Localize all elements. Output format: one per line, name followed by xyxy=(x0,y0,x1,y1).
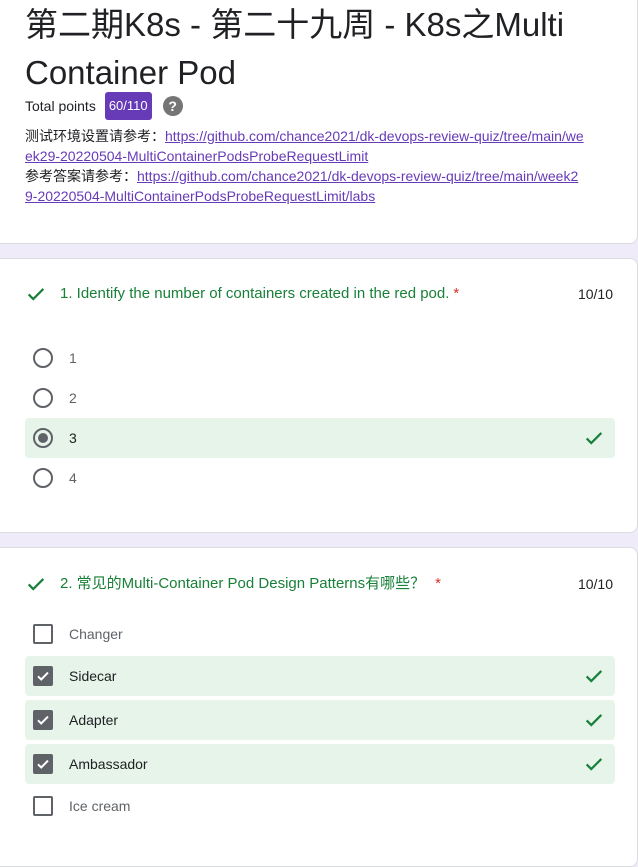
check-icon xyxy=(27,578,45,591)
radio-button[interactable] xyxy=(33,348,53,368)
checkbox-option-adapter[interactable]: Adapter xyxy=(25,700,615,740)
total-points-label: Total points xyxy=(25,98,96,114)
radio-button-selected[interactable] xyxy=(33,428,53,448)
total-points-row: Total points 60/110 ? xyxy=(25,91,183,121)
question-1-title: 1. Identify the number of containers cre… xyxy=(60,285,460,302)
option-label: Changer xyxy=(69,626,123,642)
check-icon xyxy=(585,758,603,771)
option-label: 3 xyxy=(69,430,77,446)
checkbox-option-sidecar[interactable]: Sidecar xyxy=(25,656,615,696)
check-icon xyxy=(27,288,45,301)
form-description: 测试环境设置请参考：https://github.com/chance2021/… xyxy=(25,126,585,206)
checkbox[interactable] xyxy=(33,796,53,816)
form-title: 第二期K8s - 第二十九周 - K8s之Multi Container Pod xyxy=(25,6,565,91)
option-label: 1 xyxy=(69,350,77,366)
check-icon xyxy=(585,670,603,683)
desc-answer-label: 参考答案请参考： xyxy=(25,168,137,184)
question-1-score: 10/10 xyxy=(577,286,613,302)
score-badge: 60/110 xyxy=(104,92,152,120)
checkbox-checked[interactable] xyxy=(33,754,53,774)
form-header-card: 第二期K8s - 第二十九周 - K8s之Multi Container Pod… xyxy=(0,0,638,244)
checkbox-option-changer[interactable]: Changer xyxy=(25,614,615,654)
question-2-card: 2. 常见的Multi-Container Pod Design Pattern… xyxy=(0,547,638,867)
option-label: 2 xyxy=(69,390,77,406)
check-icon xyxy=(585,432,603,445)
question-2-header: 2. 常见的Multi-Container Pod Design Pattern… xyxy=(25,573,613,595)
radio-option-1[interactable]: 1 xyxy=(25,338,615,378)
checkbox-option-ambassador[interactable]: Ambassador xyxy=(25,744,615,784)
option-label: Sidecar xyxy=(69,668,117,684)
check-icon xyxy=(585,714,603,727)
desc-env-label: 测试环境设置请参考： xyxy=(25,128,165,144)
radio-button[interactable] xyxy=(33,468,53,488)
question-2-title: 2. 常见的Multi-Container Pod Design Pattern… xyxy=(60,575,441,592)
checkbox-checked[interactable] xyxy=(33,710,53,730)
question-2-score: 10/10 xyxy=(577,576,613,592)
checkbox-checked[interactable] xyxy=(33,666,53,686)
radio-option-2[interactable]: 2 xyxy=(25,378,615,418)
checkbox-option-ice-cream[interactable]: Ice cream xyxy=(25,786,615,826)
question-1-card: 1. Identify the number of containers cre… xyxy=(0,258,638,533)
option-label: Adapter xyxy=(69,712,119,728)
radio-option-4[interactable]: 4 xyxy=(25,458,615,498)
question-1-header: 1. Identify the number of containers cre… xyxy=(25,283,613,305)
help-icon[interactable]: ? xyxy=(162,96,183,116)
option-label: 4 xyxy=(69,470,77,486)
option-label: Ambassador xyxy=(69,756,148,772)
option-label: Ice cream xyxy=(69,798,131,814)
radio-option-3[interactable]: 3 xyxy=(25,418,615,458)
checkbox[interactable] xyxy=(33,624,53,644)
radio-button[interactable] xyxy=(33,388,53,408)
